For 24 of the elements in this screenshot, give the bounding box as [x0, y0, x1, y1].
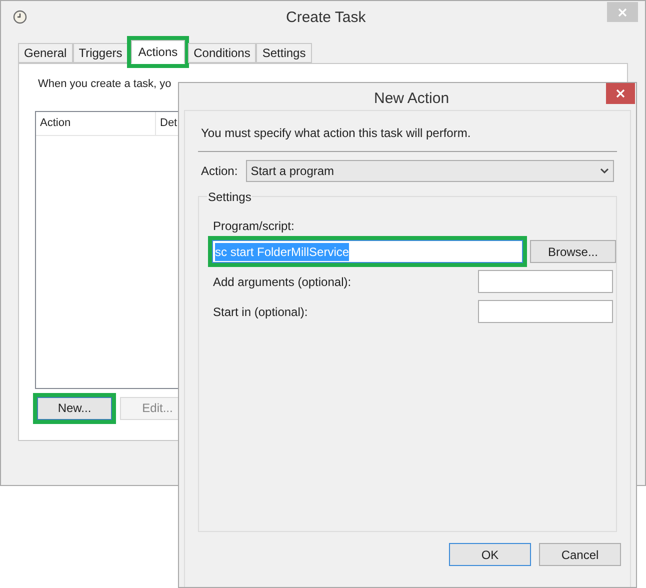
- column-header[interactable]: Action: [36, 112, 156, 134]
- browse-button[interactable]: Browse...: [530, 240, 616, 263]
- dialog-title: New Action: [374, 89, 450, 109]
- tab[interactable]: Settings: [256, 43, 312, 63]
- action-dropdown[interactable]: Start a program: [246, 160, 614, 182]
- field-label: Start in (optional):: [213, 304, 308, 320]
- dialog-button[interactable]: OK: [449, 543, 531, 566]
- field-label: Program/script:: [213, 218, 296, 235]
- clock-icon: [13, 10, 27, 24]
- tab[interactable]: General: [18, 43, 73, 63]
- dialog-button[interactable]: Cancel: [539, 543, 621, 566]
- tab[interactable]: Triggers: [72, 43, 128, 63]
- window-title: Create Task: [286, 8, 366, 28]
- tab[interactable]: Conditions: [188, 43, 256, 63]
- chevron-down-icon: [600, 168, 609, 174]
- close-icon: [618, 8, 627, 16]
- description-text: When you create a task, yo: [38, 77, 172, 92]
- close-button[interactable]: [606, 83, 635, 104]
- close-icon: [616, 89, 625, 98]
- input-field[interactable]: [478, 300, 613, 323]
- input-field[interactable]: [478, 270, 613, 293]
- prompt-text: You must specify what action this task will perform.: [201, 125, 472, 142]
- field-label: Add arguments (optional):: [213, 274, 352, 290]
- action-label: Action:: [201, 163, 238, 180]
